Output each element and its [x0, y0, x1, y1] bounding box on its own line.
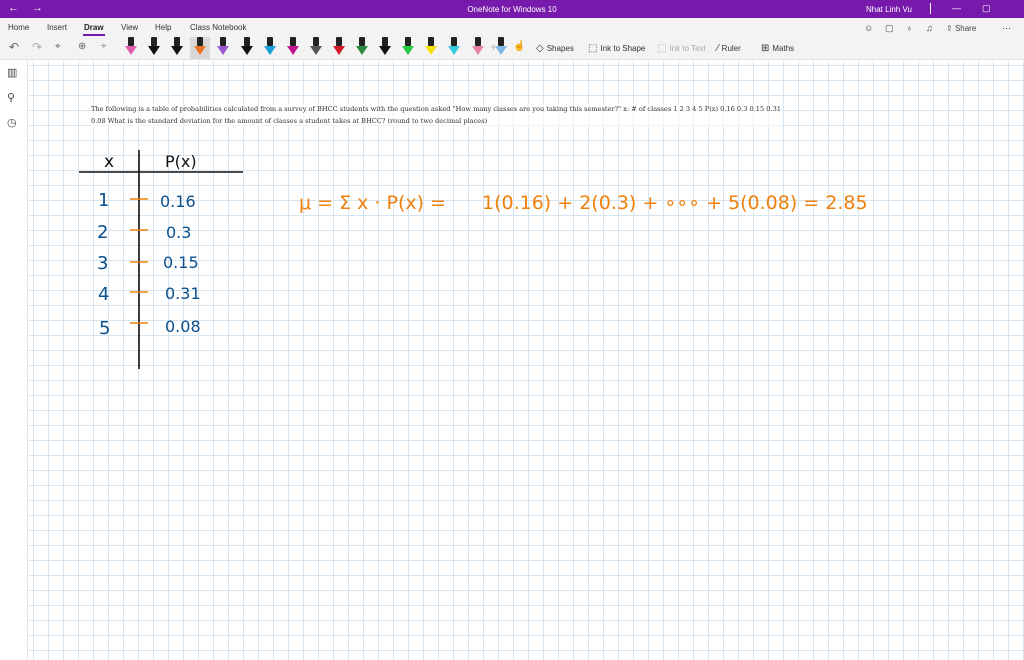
- ink-to-shape-label: Ink to Shape: [600, 44, 646, 53]
- pen-tip: [241, 46, 253, 55]
- undo-icon[interactable]: ↶: [9, 41, 19, 53]
- pen-tip: [425, 46, 437, 55]
- touch-draw-icon[interactable]: ☝: [513, 41, 525, 53]
- pen-tip: [472, 46, 484, 55]
- pen-barrel: [244, 37, 250, 46]
- left-navigation-rail: ▥ ⚲ ◷: [0, 60, 28, 660]
- user-name[interactable]: Nhat Linh Vu: [866, 5, 912, 14]
- pen-tip: [171, 46, 183, 55]
- notebooks-icon[interactable]: ▥: [7, 66, 17, 79]
- pen-swatch[interactable]: [241, 37, 253, 57]
- note-page-canvas[interactable]: [29, 61, 1024, 660]
- pen-swatch[interactable]: [356, 37, 368, 57]
- pen-barrel: [220, 37, 226, 46]
- question-text[interactable]: The following is a table of probabilitie…: [91, 103, 781, 127]
- pen-barrel: [382, 37, 388, 46]
- share-button[interactable]: ⇪ Share: [946, 24, 976, 33]
- pen-swatch[interactable]: [217, 37, 229, 57]
- active-tab-indicator: [83, 34, 105, 36]
- notification-bell-icon[interactable]: ♫: [926, 23, 933, 33]
- maths-icon: ⊞: [761, 43, 770, 54]
- insert-space-icon[interactable]: ÷: [101, 41, 107, 53]
- pen-swatch[interactable]: [125, 37, 137, 57]
- share-label: Share: [954, 24, 977, 33]
- pen-swatch[interactable]: [379, 37, 391, 57]
- more-options-icon[interactable]: ⋯: [1002, 23, 1011, 34]
- pen-barrel: [290, 37, 296, 46]
- pen-swatch[interactable]: [148, 37, 160, 57]
- pen-barrel: [151, 37, 157, 46]
- tab-draw[interactable]: Draw: [84, 23, 104, 32]
- onenote-window: ← → OneNote for Windows 10 Nhat Linh Vu …: [0, 0, 1024, 660]
- pen-swatch[interactable]: [171, 37, 183, 57]
- pen-barrel: [197, 37, 203, 46]
- tab-view[interactable]: View: [121, 23, 138, 32]
- recent-notes-icon[interactable]: ◷: [7, 116, 17, 129]
- pen-tip: [356, 46, 368, 55]
- pen-barrel: [267, 37, 273, 46]
- note-icon[interactable]: ▢: [885, 23, 894, 34]
- search-icon[interactable]: ⚲: [7, 91, 15, 104]
- minimize-icon[interactable]: —: [952, 3, 961, 14]
- pen-tip: [310, 46, 322, 55]
- pen-swatch[interactable]: [448, 37, 460, 57]
- pen-tip: [194, 46, 206, 55]
- pen-swatch[interactable]: [472, 37, 484, 57]
- pen-swatch[interactable]: [425, 37, 437, 57]
- pen-swatch[interactable]: [333, 37, 345, 57]
- pen-barrel: [128, 37, 134, 46]
- lightbulb-icon[interactable]: ♁: [906, 23, 913, 33]
- ruler-label: Ruler: [721, 44, 741, 53]
- pen-barrel: [428, 37, 434, 46]
- tab-class-notebook[interactable]: Class Notebook: [190, 23, 246, 32]
- pen-barrel: [475, 37, 481, 46]
- maths-label: Maths: [772, 44, 795, 53]
- tab-home[interactable]: Home: [8, 23, 29, 32]
- pen-tip: [264, 46, 276, 55]
- pen-barrel: [405, 37, 411, 46]
- shapes-button[interactable]: ◇ Shapes: [536, 43, 574, 54]
- pen-barrel: [498, 37, 504, 46]
- shapes-label: Shapes: [546, 44, 574, 53]
- pen-swatch[interactable]: [194, 37, 206, 57]
- pen-barrel: [451, 37, 457, 46]
- emoji-icon[interactable]: ☺: [864, 23, 873, 33]
- pen-barrel: [336, 37, 342, 46]
- ink-to-shape-icon: ⬚: [588, 43, 598, 54]
- pen-tip: [402, 46, 414, 55]
- pen-tip: [379, 46, 391, 55]
- title-separator: [930, 3, 931, 14]
- pen-barrel: [313, 37, 319, 46]
- pen-barrel: [359, 37, 365, 46]
- ink-to-text-button[interactable]: ⬚ Ink to Text: [657, 43, 706, 54]
- pen-tip: [333, 46, 345, 55]
- pen-swatch[interactable]: [402, 37, 414, 57]
- redo-icon[interactable]: ↷: [32, 41, 42, 53]
- ruler-button[interactable]: ⁄ Ruler: [717, 43, 741, 54]
- add-pen-icon[interactable]: +: [490, 41, 497, 53]
- restore-icon[interactable]: ▢: [982, 3, 991, 14]
- pen-tip: [448, 46, 460, 55]
- ruler-icon: ⁄: [717, 43, 719, 54]
- ink-to-shape-button[interactable]: ⬚ Ink to Shape: [588, 43, 645, 54]
- pen-swatch[interactable]: [310, 37, 322, 57]
- pen-tip: [148, 46, 160, 55]
- shapes-icon: ◇: [536, 43, 544, 54]
- pen-tip: [287, 46, 299, 55]
- pen-swatch[interactable]: [287, 37, 299, 57]
- pen-swatch[interactable]: [264, 37, 276, 57]
- eraser-add-icon[interactable]: ⊕: [78, 41, 86, 53]
- pen-tip: [125, 46, 137, 55]
- pen-tip: [217, 46, 229, 55]
- lasso-select-icon[interactable]: ⌖: [55, 41, 61, 53]
- tab-insert[interactable]: Insert: [47, 23, 67, 32]
- maths-button[interactable]: ⊞ Maths: [761, 43, 794, 54]
- ink-to-text-label: Ink to Text: [669, 44, 706, 53]
- ink-to-text-icon: ⬚: [657, 43, 667, 54]
- title-bar: ← → OneNote for Windows 10 Nhat Linh Vu …: [0, 0, 1024, 18]
- tab-help[interactable]: Help: [155, 23, 171, 32]
- pen-barrel: [174, 37, 180, 46]
